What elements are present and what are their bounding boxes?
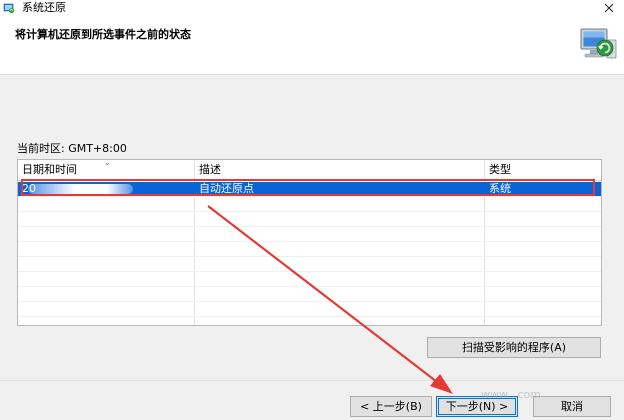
table-row [18,242,601,257]
scan-affected-programs-button[interactable]: 扫描受影响的程序(A) [427,337,601,358]
watermark: www. .com [481,388,541,401]
column-header-description[interactable]: 描述 [195,160,484,180]
table-row [18,257,601,272]
system-restore-icon [3,2,15,14]
column-header-type[interactable]: 类型 [485,160,601,180]
list-header: 日期和时间 ⌄ 描述 类型 [18,160,601,181]
title-bar: 系统还原 [0,0,624,16]
close-icon [604,3,614,13]
table-row [18,272,601,287]
page-title: 将计算机还原到所选事件之前的状态 [15,28,191,41]
table-row [18,197,601,212]
cancel-button[interactable]: 取消 [533,396,611,417]
table-row [18,302,601,317]
table-row [18,212,601,227]
close-button[interactable] [594,0,624,16]
timezone-label: 当前时区: GMT+8:00 [17,142,127,155]
selection-highlight-annotation [21,179,595,196]
footer-divider [0,380,624,381]
wizard-header: 将计算机还原到所选事件之前的状态 [0,16,624,75]
window-title: 系统还原 [22,1,66,14]
computer-restore-icon [574,20,620,66]
back-button[interactable]: < 上一步(B) [350,396,432,417]
sort-indicator-icon: ⌄ [104,159,111,167]
table-row [18,287,601,302]
table-row [18,227,601,242]
